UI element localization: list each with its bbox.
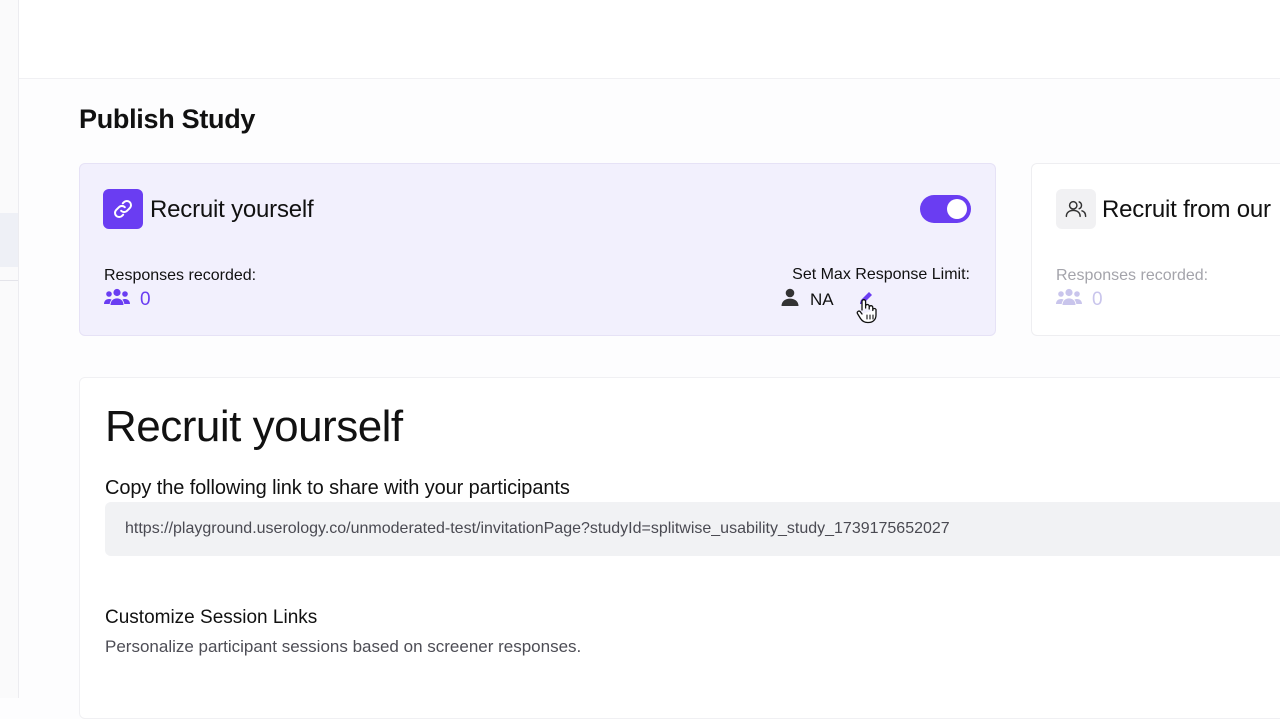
recruit-yourself-toggle[interactable] [920,195,971,223]
link-icon [103,189,143,229]
max-limit-value: NA [810,289,834,309]
recruit-yourself-title: Recruit yourself [150,196,314,223]
responses-recorded-label: Responses recorded: [104,267,257,284]
recruit-from-panel-card[interactable]: Recruit from our Responses recorded: 0 [1031,163,1280,336]
invitation-link-field[interactable]: https://playground.userology.co/unmodera… [105,502,1280,556]
panel-responses-recorded-label: Responses recorded: [1056,267,1209,284]
panel-responses-recorded-value: 0 [1056,288,1103,312]
section-title: Recruit yourself [105,402,403,451]
customize-session-links-description: Personalize participant sessions based o… [105,637,582,656]
max-response-limit-label: Set Max Response Limit: [792,266,970,283]
top-bar [19,0,1280,79]
copy-link-label: Copy the following link to share with yo… [105,477,570,499]
hand-pointer-cursor [856,298,878,329]
sidebar-active-item[interactable] [0,213,18,267]
recruit-from-panel-title: Recruit from our [1102,196,1271,223]
users-group-icon [1056,288,1082,312]
users-group-icon [104,288,130,312]
toggle-knob [947,199,967,219]
left-sidebar [0,0,19,698]
max-response-limit-value: NA [780,288,834,311]
person-icon [780,288,800,311]
recruit-yourself-section: Recruit yourself Copy the following link… [79,377,1280,719]
customize-session-links-title: Customize Session Links [105,607,318,628]
users-icon [1056,189,1096,229]
panel-responses-count: 0 [1092,289,1103,310]
responses-count: 0 [140,289,151,310]
responses-recorded-value: 0 [104,288,151,312]
page-title: Publish Study [79,104,256,134]
sidebar-divider [0,280,18,281]
